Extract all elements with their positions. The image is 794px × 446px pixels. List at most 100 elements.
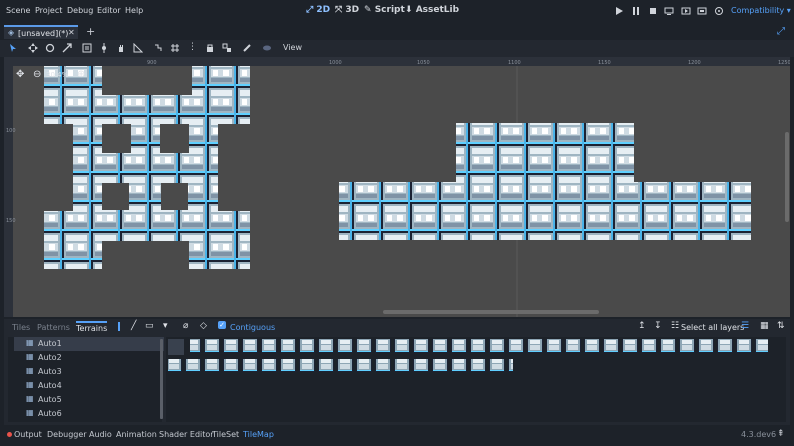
list-item[interactable]: ▦ Auto2 — [14, 351, 164, 365]
terrain-tiles-row-1[interactable] — [190, 339, 768, 355]
rotate-mode-icon[interactable] — [45, 43, 55, 53]
visibility-icon[interactable] — [262, 43, 272, 53]
move-mode-icon[interactable] — [28, 43, 38, 53]
scene-tab[interactable]: ◈ [unsaved](*) ✕ — [4, 25, 78, 39]
pan-mode-icon[interactable] — [116, 43, 126, 53]
select-mode-icon[interactable] — [8, 43, 18, 53]
menu-bar: Scene Project Debug Editor Help ⤢ 2D ⤧ 3… — [0, 0, 794, 24]
arrow-down-icon[interactable]: ↧ — [654, 321, 662, 331]
tile-structure-left — [44, 66, 250, 269]
terrain-list-scrollbar[interactable] — [160, 339, 163, 419]
picker-icon[interactable]: ⌀ — [183, 321, 188, 331]
close-icon[interactable]: ✕ — [68, 28, 75, 37]
ruler-label: 1200 — [688, 60, 701, 66]
zoom-in-icon[interactable]: ⊕ — [77, 69, 85, 80]
tab-output[interactable]: Output — [14, 430, 42, 439]
rect-icon[interactable]: ▭ — [145, 321, 154, 331]
ruler-label: 1000 — [329, 60, 342, 66]
menu-editor[interactable]: Editor — [97, 6, 121, 15]
pivot-mode-icon[interactable] — [99, 43, 109, 53]
expand-panel-icon[interactable]: ⇞ — [777, 429, 785, 439]
list-select-icon[interactable] — [82, 43, 92, 53]
workspace-script[interactable]: ✎ Script — [364, 5, 405, 15]
terrain-tile-grid — [166, 337, 786, 422]
tilemap-panel: Tiles Patterns Terrains ╱ ▭ ▾ ⌀ ◇ ✓ Cont… — [4, 319, 790, 425]
tab-audio[interactable]: Audio — [89, 430, 112, 439]
play-scene-icon[interactable] — [681, 6, 691, 16]
2d-icon: ⤢ — [306, 5, 314, 15]
zoom-out-icon[interactable]: ⊖ — [33, 69, 41, 80]
tab-animation[interactable]: Animation — [116, 430, 157, 439]
ruler-label: 900 — [147, 60, 157, 66]
paint-icon[interactable]: ╱ — [131, 321, 136, 331]
zoom-level[interactable]: 30.4% — [46, 71, 68, 79]
canvas-toolbar: ⋮ View — [0, 40, 794, 57]
list-item[interactable]: ▦ Auto3 — [14, 365, 164, 379]
bottom-bar: Output Debugger Audio Animation Shader E… — [0, 426, 794, 446]
list-item[interactable]: ▦ Auto4 — [14, 379, 164, 393]
chevron-down-icon: ▾ — [786, 6, 791, 15]
add-tab-icon[interactable]: + — [86, 25, 95, 38]
menu-debug[interactable]: Debug — [67, 6, 93, 15]
group-icon[interactable] — [222, 43, 232, 53]
separator — [118, 322, 120, 331]
tool-options-icon[interactable]: ⇅ — [777, 321, 785, 331]
menu-scene[interactable]: Scene — [6, 6, 30, 15]
snap-options-icon[interactable]: ⋮ — [188, 42, 197, 52]
movie-maker-icon[interactable] — [714, 6, 724, 16]
workspace-assetlib[interactable]: ⬇ AssetLib — [405, 5, 459, 15]
eraser-icon[interactable]: ◇ — [200, 321, 207, 331]
renderer-label: Compatibility — [731, 6, 785, 15]
pause-icon[interactable] — [631, 6, 641, 16]
tab-shader-editor[interactable]: Shader Editor — [159, 430, 214, 439]
highlight-layer-icon[interactable]: ☰ — [741, 321, 749, 331]
scene-tab-bar: ◈ [unsaved](*) ✕ + ⤢ — [0, 24, 794, 40]
scale-mode-icon[interactable] — [62, 43, 72, 53]
move-icon[interactable]: ✥ — [16, 69, 24, 80]
assetlib-icon: ⬇ — [405, 5, 413, 15]
lock-icon[interactable] — [205, 43, 215, 53]
play-icon[interactable] — [614, 6, 624, 16]
contiguous-checkbox[interactable]: ✓ — [218, 321, 226, 329]
scene-tab-label: [unsaved](*) — [18, 29, 69, 38]
distraction-free-icon[interactable]: ⤢ — [777, 26, 785, 37]
workspace-3d-label: 3D — [345, 5, 360, 15]
smart-snap-icon[interactable] — [153, 43, 163, 53]
play-custom-scene-icon[interactable] — [697, 6, 707, 16]
list-item[interactable]: ▦ Auto1 — [14, 337, 164, 351]
tab-tilemap[interactable]: TileMap — [243, 430, 274, 439]
workspace-3d[interactable]: ⤧ 3D — [335, 5, 359, 15]
renderer-selector[interactable]: Compatibility ▾ — [731, 6, 791, 15]
remote-debug-icon[interactable] — [664, 6, 674, 16]
view-menu[interactable]: View — [283, 43, 302, 52]
grid-toggle-icon[interactable]: ▦ — [760, 321, 769, 331]
contiguous-label: Contiguous — [230, 323, 276, 332]
list-item[interactable]: ▦ Auto5 — [14, 393, 164, 407]
terrain-label: Auto5 — [38, 395, 62, 404]
ruler-mode-icon[interactable] — [133, 43, 143, 53]
tab-patterns[interactable]: Patterns — [37, 323, 70, 332]
workspace-2d[interactable]: ⤢ 2D — [306, 5, 330, 15]
tab-tileset[interactable]: TileSet — [212, 430, 239, 439]
list-item[interactable]: ▦ Auto6 — [14, 407, 164, 421]
menu-help[interactable]: Help — [125, 6, 143, 15]
tilemap-canvas: 900 1000 1050 1100 1150 1200 1250 100 15… — [4, 57, 790, 317]
tab-tiles[interactable]: Tiles — [12, 323, 30, 332]
terrain-tiles-row-2[interactable] — [168, 359, 513, 375]
canvas-viewport[interactable]: 900 1000 1050 1100 1150 1200 1250 100 15… — [4, 57, 790, 317]
menu-project[interactable]: Project — [35, 6, 62, 15]
version-label: 4.3.dev6 — [741, 430, 777, 439]
terrain-label: Auto3 — [38, 367, 62, 376]
terrain-icon: ▦ — [26, 380, 34, 389]
arrow-up-icon[interactable]: ↥ — [638, 321, 646, 331]
bucket-icon[interactable]: ▾ — [163, 321, 168, 331]
match-corners-sides-icon[interactable] — [168, 339, 184, 355]
grid-snap-icon[interactable] — [170, 43, 180, 53]
stop-icon[interactable] — [648, 6, 658, 16]
tab-debugger[interactable]: Debugger — [47, 430, 87, 439]
terrain-label: Auto2 — [38, 353, 62, 362]
tab-terrains[interactable]: Terrains — [76, 321, 108, 333]
bone-icon[interactable] — [242, 43, 252, 53]
workspace-2d-label: 2D — [316, 5, 331, 15]
select-all-layers-button[interactable]: Select all layers — [681, 323, 744, 332]
